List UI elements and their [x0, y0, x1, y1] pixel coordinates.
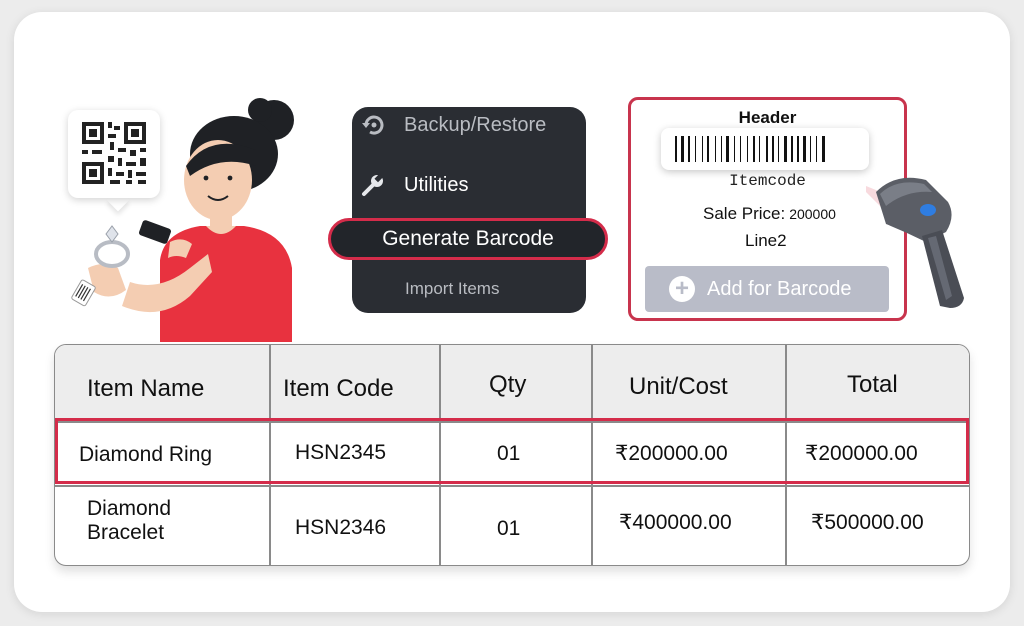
label-line2: Line2 [745, 231, 787, 250]
column-header-item-code: Item Code [283, 375, 394, 402]
column-header-total: Total [847, 371, 898, 398]
menu-item-label: Backup/Restore [404, 113, 547, 136]
barcode-bar [702, 136, 703, 162]
barcode-strip [661, 128, 869, 170]
woman-illustration [71, 98, 294, 342]
highlighted-table-row[interactable] [55, 418, 969, 484]
table-cell-total: ₹500000.00 [811, 511, 924, 534]
table-cell-unit-cost: ₹400000.00 [619, 511, 732, 534]
wrench-icon [362, 173, 383, 196]
plus-icon: + [669, 276, 695, 302]
menu-item-label: Generate Barcode [382, 227, 554, 250]
column-header-unit-cost: Unit/Cost [629, 373, 728, 400]
barcode-bar [747, 136, 748, 162]
menu-item-backup-restore[interactable]: Backup/Restore [360, 112, 546, 138]
table-cell-item-name-line2: Bracelet [87, 521, 165, 544]
barcode-bar [797, 136, 799, 162]
barcode-bar [778, 136, 779, 162]
barcode-bar [681, 136, 684, 162]
illustration [60, 92, 310, 348]
column-header-item-name: Item Name [87, 375, 205, 402]
table-cell-qty: 01 [497, 517, 521, 540]
barcode-bar [753, 136, 755, 162]
barcode-bar [734, 136, 735, 162]
barcode-icon [675, 136, 825, 162]
menu-item-generate-barcode[interactable]: Generate Barcode [328, 218, 608, 260]
row-divider [55, 485, 969, 487]
label-sale-price: Sale Price: 200000 [703, 204, 836, 224]
barcode-bar [695, 136, 696, 162]
sale-price-label: Sale Price: [703, 204, 786, 223]
barcode-bar [688, 136, 690, 162]
barcode-bar [721, 136, 722, 162]
menu-item-label: Import Items [405, 279, 500, 298]
barcode-bar [675, 136, 677, 162]
barcode-bar [772, 136, 774, 162]
barcode-bar [816, 136, 817, 162]
backup-restore-icon [362, 115, 384, 135]
menu-item-label: Utilities [404, 173, 469, 196]
barcode-bar [759, 136, 760, 162]
column-header-qty: Qty [489, 371, 527, 398]
barcode-bar [726, 136, 729, 162]
table-cell-item-code: HSN2346 [295, 516, 387, 539]
barcode-bar [791, 136, 793, 162]
label-header: Header [738, 108, 797, 127]
barcode-bar [803, 136, 806, 162]
barcode-bar [822, 136, 825, 162]
table-cell-item-name-line1: Diamond [87, 497, 172, 520]
menu-item-import-items[interactable]: Import Items [405, 279, 499, 299]
barcode-scanner-icon [866, 177, 964, 308]
barcode-bar [784, 136, 787, 162]
barcode-bar [715, 136, 716, 162]
add-for-barcode-label: Add for Barcode [707, 277, 852, 300]
barcode-bar [740, 136, 741, 162]
menu-item-utilities[interactable]: Utilities [360, 172, 468, 198]
barcode-bar [707, 136, 709, 162]
barcode-bar [766, 136, 768, 162]
add-for-barcode-button[interactable]: + Add for Barcode [645, 266, 889, 312]
label-item-code: Itemcode [729, 172, 806, 190]
barcode-bar [810, 136, 811, 162]
sale-price-value: 200000 [789, 206, 836, 222]
